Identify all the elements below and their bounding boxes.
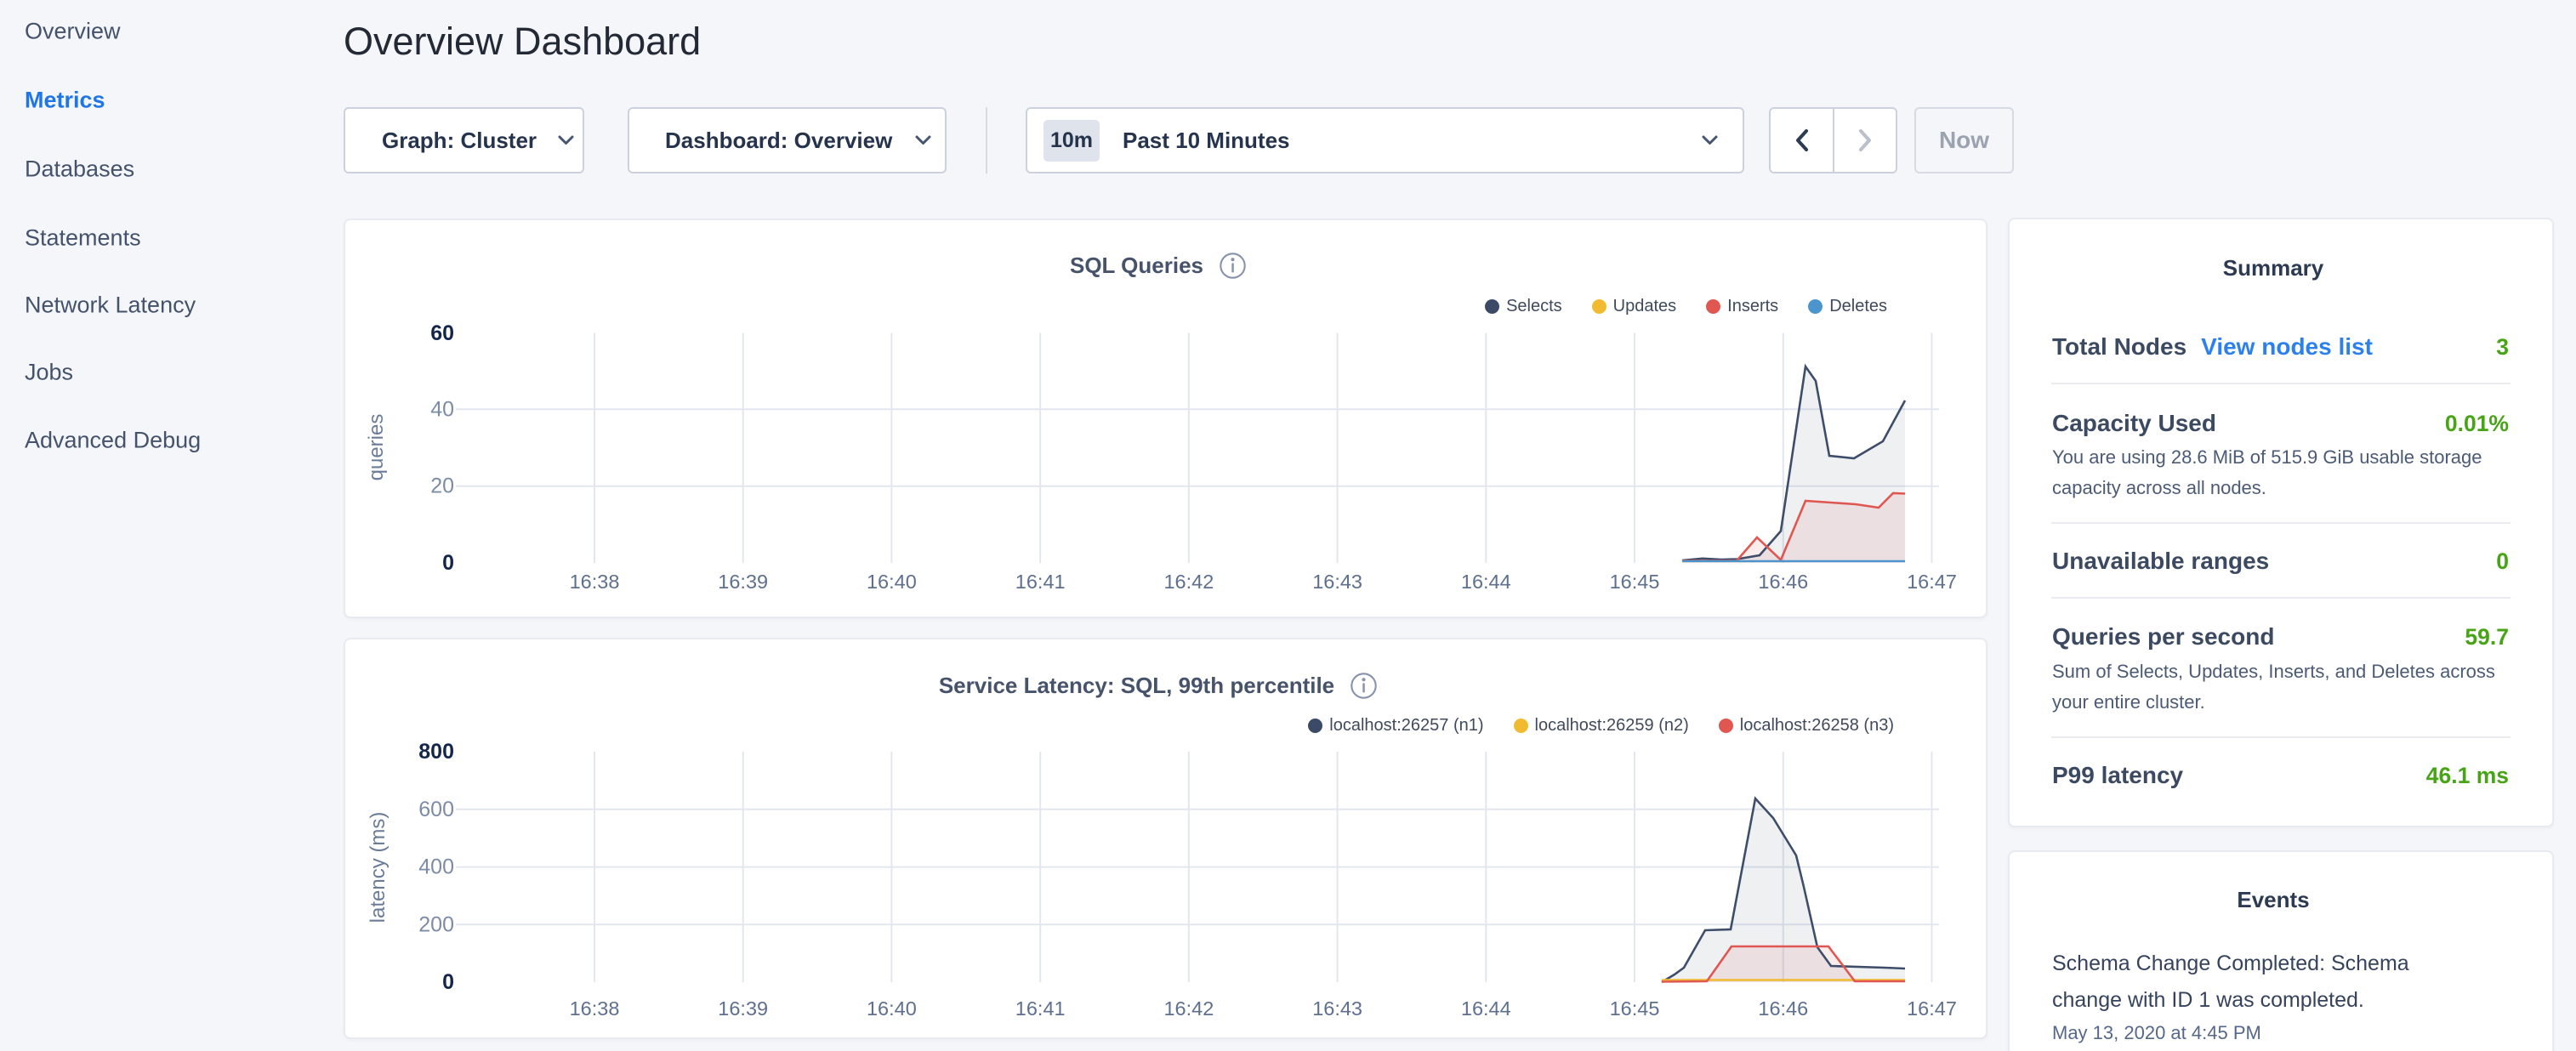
- svg-text:16:40: 16:40: [867, 997, 917, 1020]
- svg-text:16:46: 16:46: [1758, 571, 1808, 593]
- svg-text:16:41: 16:41: [1015, 571, 1066, 593]
- svg-text:16:40: 16:40: [867, 571, 917, 593]
- svg-text:16:38: 16:38: [570, 997, 620, 1020]
- svg-text:16:42: 16:42: [1163, 997, 1214, 1020]
- svg-text:16:39: 16:39: [718, 571, 768, 593]
- svg-text:40: 40: [430, 397, 454, 421]
- svg-text:200: 200: [418, 912, 454, 936]
- svg-text:16:43: 16:43: [1312, 997, 1362, 1020]
- svg-text:16:47: 16:47: [1907, 571, 1957, 593]
- svg-text:600: 600: [418, 798, 454, 821]
- svg-text:0: 0: [442, 970, 454, 994]
- svg-text:16:38: 16:38: [570, 571, 620, 593]
- svg-text:400: 400: [418, 855, 454, 879]
- svg-text:16:47: 16:47: [1907, 997, 1957, 1020]
- svg-text:16:41: 16:41: [1015, 997, 1066, 1020]
- svg-text:0: 0: [442, 551, 454, 575]
- svg-text:16:46: 16:46: [1758, 997, 1808, 1020]
- svg-text:20: 20: [430, 474, 454, 498]
- svg-text:16:45: 16:45: [1610, 571, 1660, 593]
- svg-text:800: 800: [418, 740, 454, 764]
- svg-text:16:42: 16:42: [1163, 571, 1214, 593]
- svg-text:16:44: 16:44: [1461, 997, 1511, 1020]
- svg-text:queries: queries: [365, 414, 388, 481]
- svg-text:latency (ms): latency (ms): [367, 812, 390, 923]
- svg-text:16:43: 16:43: [1312, 571, 1362, 593]
- svg-text:16:45: 16:45: [1610, 997, 1660, 1020]
- svg-text:16:44: 16:44: [1461, 571, 1511, 593]
- svg-text:16:39: 16:39: [718, 997, 768, 1020]
- svg-text:60: 60: [430, 321, 454, 345]
